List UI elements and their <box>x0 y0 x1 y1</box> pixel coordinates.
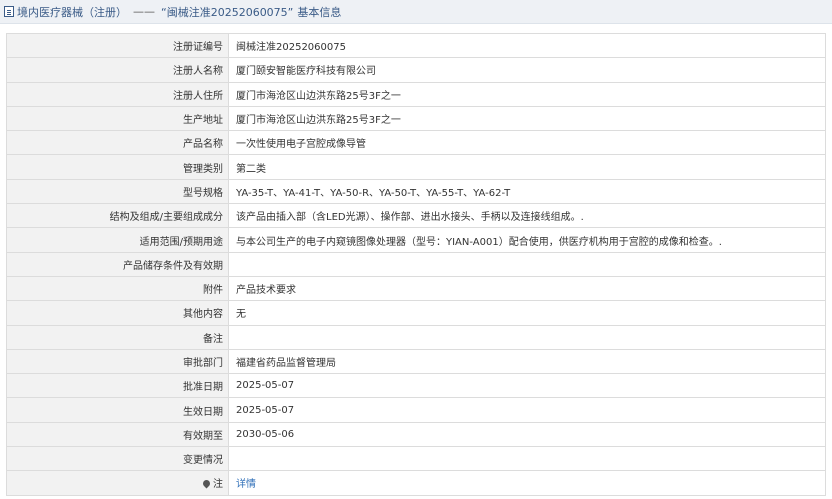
title-section: 基本信息 <box>297 5 342 19</box>
table-row: 结构及组成/主要组成成分 该产品由插入部（含LED光源）、操作部、进出水接头、手柄… <box>6 203 826 229</box>
info-table: 注册证编号 闽械注准20252060075 注册人名称 厦门颐安智能医疗科技有限公司… <box>6 32 826 496</box>
row-label: 产品名称 <box>6 130 229 156</box>
row-label: 变更情况 <box>6 446 229 472</box>
table-row: 注册人名称 厦门颐安智能医疗科技有限公司 <box>6 57 826 83</box>
document-icon <box>4 6 14 17</box>
row-label: 有效期至 <box>6 421 229 448</box>
table-row: 注册人住所 厦门市海沧区山边洪东路25号3F之一 <box>6 81 826 107</box>
row-value: 产品技术要求 <box>228 275 826 302</box>
row-value: 2025-05-07 <box>228 397 826 423</box>
row-value: 福建省药品监督管理局 <box>228 348 826 375</box>
table-row: 生产地址 厦门市海沧区山边洪东路25号3F之一 <box>6 105 826 132</box>
table-row: 产品储存条件及有效期 <box>6 251 826 277</box>
note-label-cell: 注 <box>6 470 229 496</box>
row-value: 第二类 <box>228 154 826 180</box>
row-label: 附件 <box>6 275 229 302</box>
row-value: 与本公司生产的电子内窥镜图像处理器（型号：YIAN-A001）配合使用，供医疗机… <box>228 227 826 253</box>
table-row: 其他内容无 <box>6 300 826 326</box>
row-label: 注册人名称 <box>6 57 229 83</box>
row-value <box>228 324 826 350</box>
row-value: 厦门市海沧区山边洪东路25号3F之一 <box>228 105 826 132</box>
pin-icon <box>201 479 212 489</box>
title-separator: —— <box>133 5 155 18</box>
row-label: 注册人住所 <box>6 81 229 107</box>
row-label: 适用范围/预期用途 <box>6 227 229 253</box>
row-label: 生效日期 <box>6 397 229 423</box>
row-value: 该产品由插入部（含LED光源）、操作部、进出水接头、手柄以及连接线组成。. <box>228 203 826 229</box>
row-label: 管理类别 <box>6 154 229 180</box>
table-row: 有效期至 2030-05-06 <box>6 421 826 448</box>
row-value: 闽械注准20252060075 <box>228 32 826 59</box>
page-title-bar: 境内医疗器械（注册） —— “闽械注准20252060075” 基本信息 <box>0 0 832 24</box>
row-label: 产品储存条件及有效期 <box>6 251 229 277</box>
row-label: 注册证编号 <box>6 32 229 59</box>
note-value-cell: 详情 <box>228 470 826 496</box>
row-label: 型号规格 <box>6 178 229 205</box>
row-label: 生产地址 <box>6 105 229 132</box>
row-label: 其他内容 <box>6 300 229 326</box>
table-row: 管理类别 第二类 <box>6 154 826 180</box>
row-value: 2030-05-06 <box>228 421 826 448</box>
table-row: 备注 <box>6 324 826 350</box>
table-row: 适用范围/预期用途 与本公司生产的电子内窥镜图像处理器（型号：YIAN-A001）… <box>6 227 826 253</box>
row-value <box>228 251 826 277</box>
row-label: 备注 <box>6 324 229 350</box>
row-value: 无 <box>228 300 826 326</box>
row-value: 2025-05-07 <box>228 373 826 399</box>
title-category: 境内医疗器械（注册） <box>17 5 127 19</box>
table-row: 产品名称 一次性使用电子宫腔成像导管 <box>6 130 826 156</box>
row-label: 批准日期 <box>6 373 229 399</box>
note-row: 注 详情 <box>6 470 826 496</box>
table-row: 批准日期 2025-05-07 <box>6 373 826 399</box>
row-label: 结构及组成/主要组成成分 <box>6 203 229 229</box>
table-row: 变更情况 <box>6 446 826 472</box>
row-value: 厦门颐安智能医疗科技有限公司 <box>228 57 826 83</box>
row-value <box>228 446 826 472</box>
title-record: “闽械注准20252060075” <box>161 5 294 19</box>
table-row: 审批部门 福建省药品监督管理局 <box>6 348 826 375</box>
table-row: 附件 产品技术要求 <box>6 275 826 302</box>
row-value: 厦门市海沧区山边洪东路25号3F之一 <box>228 81 826 107</box>
details-link[interactable]: 详情 <box>236 479 256 490</box>
row-label: 审批部门 <box>6 348 229 375</box>
table-row: 型号规格 YA-35-T、YA-41-T、YA-50-R、YA-50-T、YA-5… <box>6 178 826 205</box>
table-row: 生效日期 2025-05-07 <box>6 397 826 423</box>
table-row: 注册证编号 闽械注准20252060075 <box>6 32 826 59</box>
note-label: 注 <box>213 479 223 491</box>
row-value: YA-35-T、YA-41-T、YA-50-R、YA-50-T、YA-55-T、… <box>228 178 826 205</box>
row-value: 一次性使用电子宫腔成像导管 <box>228 130 826 156</box>
